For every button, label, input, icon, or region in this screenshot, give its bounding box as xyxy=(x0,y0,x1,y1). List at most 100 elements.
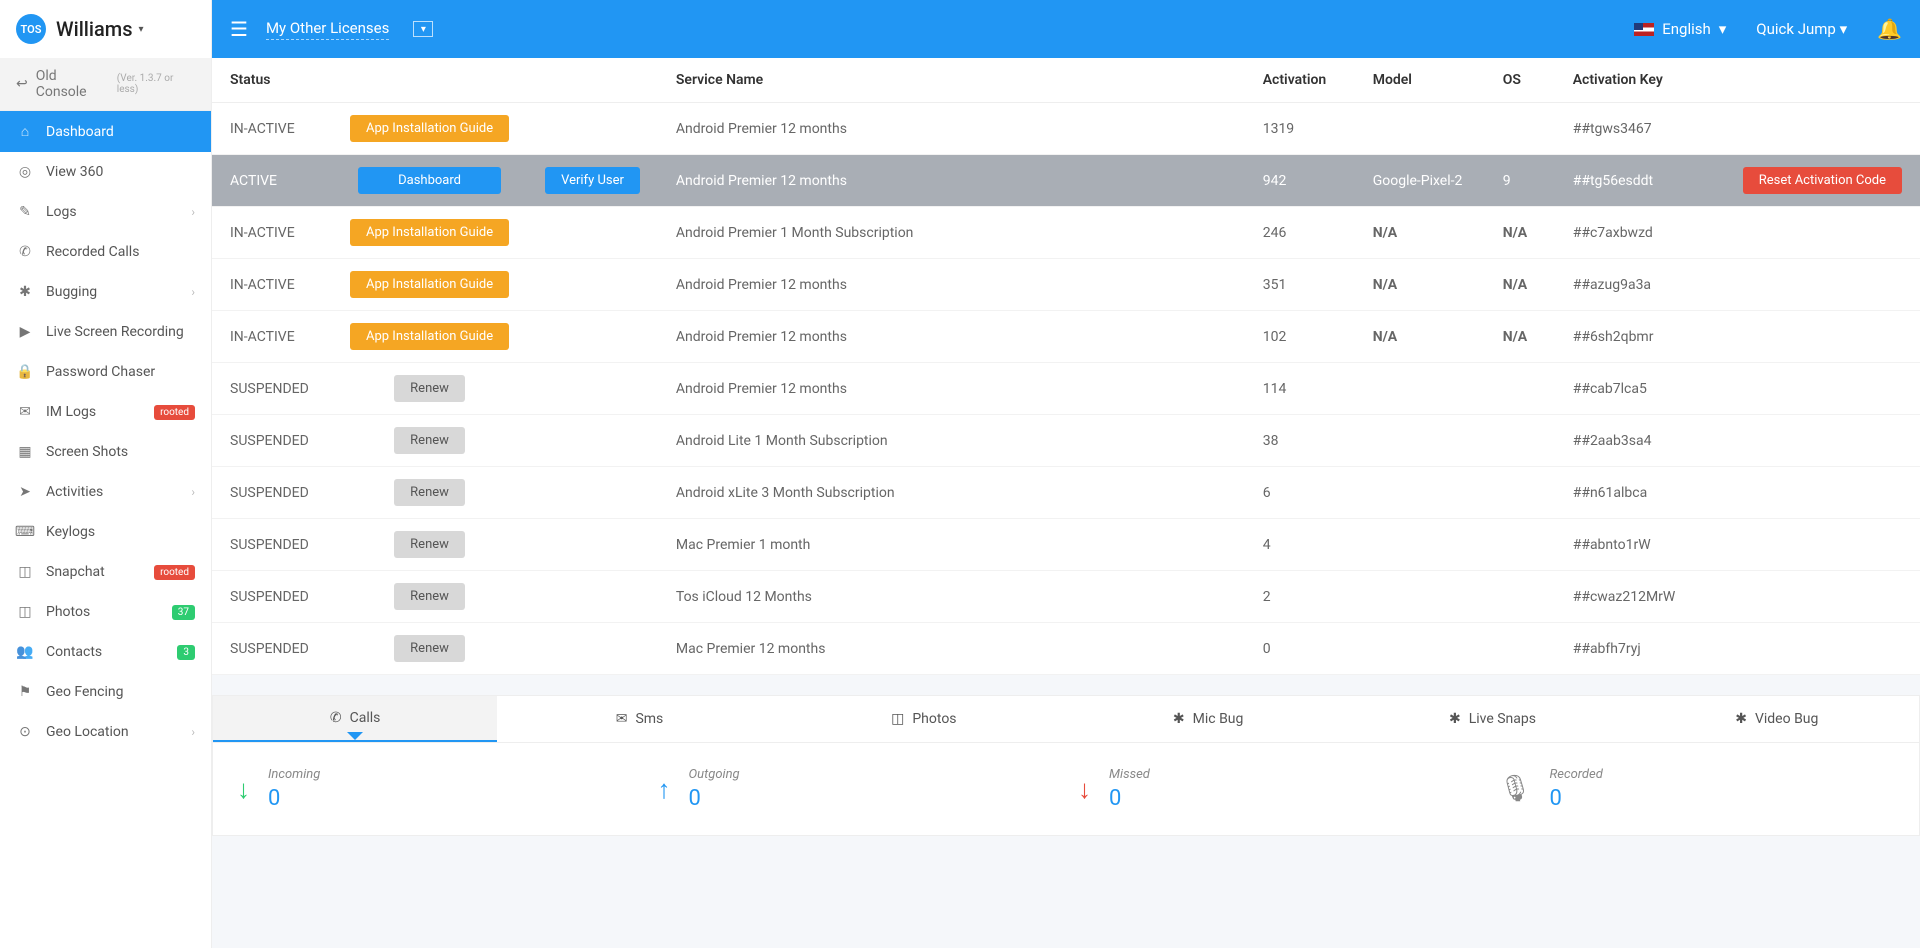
content: Status Service Name Activation Model OS … xyxy=(212,58,1920,836)
install-button[interactable]: App Installation Guide xyxy=(350,115,509,142)
table-row: SUSPENDEDRenewAndroid Premier 12 months1… xyxy=(212,363,1920,415)
cell-service: Mac Premier 1 month xyxy=(658,519,1245,571)
bell-icon[interactable]: 🔔 xyxy=(1877,17,1902,41)
cell-action1: Dashboard xyxy=(332,155,527,207)
cell-action1: App Installation Guide xyxy=(332,311,527,363)
title-dropdown-icon[interactable]: ▾ xyxy=(413,21,433,37)
nav-label: Logs xyxy=(46,204,77,220)
tab-label: Live Snaps xyxy=(1469,711,1536,727)
renew-button[interactable]: Renew xyxy=(394,479,465,506)
tab-label: Mic Bug xyxy=(1193,711,1244,727)
cell-activation: 246 xyxy=(1245,207,1355,259)
cell-action2 xyxy=(527,103,658,155)
cell-status: IN-ACTIVE xyxy=(212,207,332,259)
cell-os: N/A xyxy=(1485,259,1555,311)
tab-photos[interactable]: ◫ Photos xyxy=(782,696,1066,742)
main: ☰ My Other Licenses ▾ English ▾ Quick Ju… xyxy=(212,0,1920,948)
language-selector[interactable]: English ▾ xyxy=(1634,20,1726,38)
tab-mic-bug[interactable]: ✱ Mic Bug xyxy=(1066,696,1350,742)
sidebar-item-photos[interactable]: ◫Photos37 xyxy=(0,592,211,632)
install-button[interactable]: App Installation Guide xyxy=(350,271,509,298)
cell-key: ##2aab3sa4 xyxy=(1555,415,1725,467)
th-os: OS xyxy=(1485,58,1555,103)
install-button[interactable]: App Installation Guide xyxy=(350,219,509,246)
tab-live-snaps[interactable]: ✱Live Snaps xyxy=(1350,696,1634,742)
cell-action2 xyxy=(527,207,658,259)
cell-action2 xyxy=(527,311,658,363)
cell-model xyxy=(1355,571,1485,623)
nav-icon: ◎ xyxy=(16,164,34,180)
sidebar-item-contacts[interactable]: 👥Contacts3 xyxy=(0,632,211,672)
renew-button[interactable]: Renew xyxy=(394,531,465,558)
cell-model xyxy=(1355,415,1485,467)
table-row: SUSPENDEDRenewTos iCloud 12 Months2##cwa… xyxy=(212,571,1920,623)
sidebar-item-password-chaser[interactable]: 🔒Password Chaser xyxy=(0,352,211,392)
nav-label: Contacts xyxy=(46,644,102,660)
sidebar-item-bugging[interactable]: ✱Bugging› xyxy=(0,272,211,312)
page-title[interactable]: My Other Licenses xyxy=(266,19,389,40)
quick-jump-label: Quick Jump xyxy=(1756,20,1836,38)
cell-action2 xyxy=(527,623,658,675)
tab-sms[interactable]: ✉Sms xyxy=(497,696,781,742)
sidebar-item-recorded-calls[interactable]: ✆Recorded Calls xyxy=(0,232,211,272)
nav-icon: ⌨ xyxy=(16,524,34,540)
verify-button[interactable]: Verify User xyxy=(545,167,640,194)
sidebar-item-activities[interactable]: ➤Activities› xyxy=(0,472,211,512)
stat-value: 0 xyxy=(689,786,740,811)
renew-button[interactable]: Renew xyxy=(394,427,465,454)
tab-label: Calls xyxy=(350,710,381,726)
tab-video-bug[interactable]: ✱Video Bug xyxy=(1635,696,1919,742)
nav-badge: rooted xyxy=(154,565,195,580)
renew-button[interactable]: Renew xyxy=(394,375,465,402)
cell-model: N/A xyxy=(1355,259,1485,311)
cell-os: N/A xyxy=(1485,311,1555,363)
nav-label: Screen Shots xyxy=(46,444,128,460)
nav-label: Dashboard xyxy=(46,124,114,140)
sidebar-item-logs[interactable]: ✎Logs› xyxy=(0,192,211,232)
sidebar-item-keylogs[interactable]: ⌨Keylogs xyxy=(0,512,211,552)
nav-icon: ⚑ xyxy=(16,684,34,700)
sidebar-item-view-360[interactable]: ◎View 360 xyxy=(0,152,211,192)
renew-button[interactable]: Renew xyxy=(394,635,465,662)
old-console-link[interactable]: ↩ Old Console (Ver. 1.3.7 or less) xyxy=(0,58,211,111)
nav-icon: ✉ xyxy=(16,404,34,420)
cell-status: IN-ACTIVE xyxy=(212,259,332,311)
reset-activation-button[interactable]: Reset Activation Code xyxy=(1743,167,1902,194)
nav-icon: 🔒 xyxy=(16,364,34,380)
cell-action2 xyxy=(527,415,658,467)
renew-button[interactable]: Renew xyxy=(394,583,465,610)
sidebar-item-screen-shots[interactable]: ▦Screen Shots xyxy=(0,432,211,472)
stat-incoming: ↓Incoming0 xyxy=(237,767,634,811)
stat-outgoing: ↑Outgoing0 xyxy=(658,767,1055,811)
quick-jump[interactable]: Quick Jump ▾ xyxy=(1756,20,1847,38)
hamburger-icon[interactable]: ☰ xyxy=(230,17,248,41)
cell-activation: 2 xyxy=(1245,571,1355,623)
tab-label: Photos xyxy=(912,711,956,727)
sidebar-item-geo-fencing[interactable]: ⚑Geo Fencing xyxy=(0,672,211,712)
th-model: Model xyxy=(1355,58,1485,103)
nav: ⌂Dashboard◎View 360✎Logs›✆Recorded Calls… xyxy=(0,111,211,948)
cell-key: ##cwaz212MrW xyxy=(1555,571,1725,623)
sidebar-item-geo-location[interactable]: ⊙Geo Location› xyxy=(0,712,211,752)
dashboard-button[interactable]: Dashboard xyxy=(358,167,501,194)
cell-key: ##tg56esddt xyxy=(1555,155,1725,207)
cell-model xyxy=(1355,519,1485,571)
th-action2 xyxy=(527,58,658,103)
sidebar-item-im-logs[interactable]: ✉IM Logsrooted xyxy=(0,392,211,432)
sidebar-item-snapchat[interactable]: ◫Snapchatrooted xyxy=(0,552,211,592)
cell-status: IN-ACTIVE xyxy=(212,103,332,155)
tab-calls[interactable]: ✆Calls xyxy=(213,696,497,742)
cell-os: 9 xyxy=(1485,155,1555,207)
cell-activation: 6 xyxy=(1245,467,1355,519)
cell-service: Android Lite 1 Month Subscription xyxy=(658,415,1245,467)
brand[interactable]: TOS Williams ▾ xyxy=(0,0,211,58)
sidebar-item-live-screen-recording[interactable]: ▶Live Screen Recording xyxy=(0,312,211,352)
topbar: ☰ My Other Licenses ▾ English ▾ Quick Ju… xyxy=(212,0,1920,58)
tab-icon: ◫ xyxy=(891,711,904,727)
cell-os xyxy=(1485,467,1555,519)
chevron-right-icon: › xyxy=(191,485,195,499)
sidebar-item-dashboard[interactable]: ⌂Dashboard xyxy=(0,111,211,152)
tab-icon: ✱ xyxy=(1173,711,1185,727)
install-button[interactable]: App Installation Guide xyxy=(350,323,509,350)
cell-key: ##abfh7ryj xyxy=(1555,623,1725,675)
